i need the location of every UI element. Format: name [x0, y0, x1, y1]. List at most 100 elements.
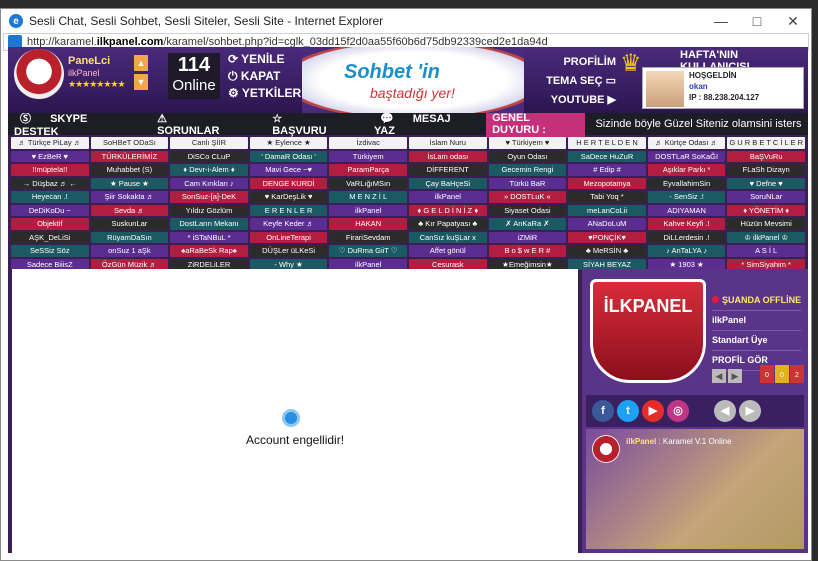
room-button[interactable]: onSuz 1 aŞk [90, 245, 169, 257]
room-button[interactable]: Hüzün Mevsimi [727, 218, 805, 230]
room-button[interactable]: DostLarın Mekanı [170, 218, 248, 230]
close-button[interactable]: ✕ [775, 13, 811, 30]
room-button[interactable]: TÜRKÜLERİMİZ [90, 150, 169, 162]
profile-link[interactable]: PROFİLİM [536, 53, 616, 72]
room-button[interactable]: Affet gönül [408, 245, 487, 257]
room-button[interactable]: CanSız kuŞLar x [408, 231, 487, 243]
room-button[interactable]: Türkiyem [329, 150, 407, 162]
room-button[interactable]: OnLineTerapi [249, 231, 328, 243]
room-button[interactable]: A S İ L [727, 245, 805, 257]
room-button[interactable]: SonSuz-[a]-DeK [170, 191, 248, 203]
room-button[interactable]: AŞK_DeLiSi [11, 231, 89, 243]
room-button[interactable]: ♦ Devr-i-Alem ♦ [170, 164, 248, 176]
room-button[interactable]: meLanCoLii [568, 204, 646, 216]
room-button[interactable]: İsLam odası [408, 150, 487, 162]
youtube-link[interactable]: YOUTUBE ▶ [536, 91, 616, 110]
room-button[interactable]: ♬ Kürtçe Odası ♬ [647, 137, 726, 149]
room-button[interactable]: ADIYAMAN [647, 204, 726, 216]
room-button[interactable]: Şiir Sokakta ♬ [90, 191, 169, 203]
week-user-card[interactable]: HOŞGELDİN okan IP : 88.238.204.127 [642, 67, 804, 109]
badge-heart-icon[interactable]: 2 [790, 365, 804, 383]
room-button[interactable]: ♥ KarDeşLik ♥ [249, 191, 328, 203]
room-button[interactable]: FirariSevdam [329, 231, 407, 243]
twitter-icon[interactable]: t [617, 400, 639, 422]
room-button[interactable]: DİFFERENT [408, 164, 487, 176]
room-button[interactable]: Mavi Gece ~♥ [249, 164, 328, 176]
room-button[interactable]: M E N Z İ L [329, 191, 407, 203]
room-button[interactable]: SeSSiz Söz [11, 245, 89, 257]
room-button[interactable]: DeDiKoDu ~ [11, 204, 89, 216]
room-button[interactable]: Aşıklar Parkı * [647, 164, 726, 176]
room-button[interactable]: HAKAN [329, 218, 407, 230]
skype-support-link[interactable]: Ⓢ SKYPE DESTEK [14, 110, 135, 138]
room-button[interactable]: DiSCo CLuP [170, 150, 248, 162]
room-button[interactable]: ♪ AnTaLYA ♪ [647, 245, 726, 257]
room-button[interactable]: ANaDoLuM [568, 218, 646, 230]
room-button[interactable]: Muhabbet (S) [90, 164, 169, 176]
prev-arrow-icon[interactable]: ◀ [712, 369, 726, 383]
room-button[interactable]: ilkPanel [329, 204, 407, 216]
room-button[interactable]: DiLLerdesin .! [647, 231, 726, 243]
room-button[interactable]: FLaSh Dizayn [727, 164, 805, 176]
room-button[interactable]: ♬ Türkçe PiLay ♬ [11, 137, 89, 149]
room-button[interactable]: Keyfe Keder ♬ [249, 218, 328, 230]
room-button[interactable]: ✗ AnKaRa ✗ [488, 218, 567, 230]
room-button[interactable]: * iSTaNBuL * [170, 231, 248, 243]
room-button[interactable]: DENGE KURDİ [249, 177, 328, 189]
room-button[interactable]: Mezopotamya [568, 177, 646, 189]
social-next-icon[interactable]: ▶ [739, 400, 761, 422]
down-icon[interactable]: ▼ [134, 74, 148, 90]
room-button[interactable]: ♦ G E L D İ N İ Z ♦ [408, 204, 487, 216]
room-button[interactable]: ' DamaR Odası ' [249, 150, 328, 162]
room-button[interactable]: BaŞVuRu [727, 150, 805, 162]
room-button[interactable]: H E R T E L D E N [568, 137, 646, 149]
instagram-icon[interactable]: ◎ [667, 400, 689, 422]
room-button[interactable]: Türkü BaR [488, 177, 567, 189]
room-button[interactable]: ♡ DuRma GiiT ♡ [329, 245, 407, 257]
room-button[interactable]: - SenSiz .! [647, 191, 726, 203]
room-button[interactable]: İzdivac [329, 137, 407, 149]
room-button[interactable]: E R E N L E R [249, 204, 328, 216]
room-button[interactable]: ParamParça [329, 164, 407, 176]
room-button[interactable]: SoHBeT ODaSı [90, 137, 169, 149]
room-button[interactable]: ♥PONÇİK♥ [568, 231, 646, 243]
room-button[interactable]: İslam Nuru [408, 137, 487, 149]
room-button[interactable]: iZMiR [488, 231, 567, 243]
youtube-icon[interactable]: ▶ [642, 400, 664, 422]
room-button[interactable]: Canlı ŞİİR [170, 137, 248, 149]
room-button[interactable]: Tabi Yoq * [568, 191, 646, 203]
badge-star-icon[interactable]: 0 [775, 365, 789, 383]
room-button[interactable]: Oyun Odası [488, 150, 567, 162]
room-button[interactable]: Yıldız Gözlüm [170, 204, 248, 216]
room-button[interactable]: ♦ YÖNETİM ♦ [727, 204, 805, 216]
room-button[interactable]: Kahve Keyfi .! [647, 218, 726, 230]
minimize-button[interactable]: — [703, 13, 739, 30]
room-button[interactable]: RüyamDaSın [90, 231, 169, 243]
issues-link[interactable]: ⚠ SORUNLAR [151, 112, 250, 137]
social-prev-icon[interactable]: ◀ [714, 400, 736, 422]
facebook-icon[interactable]: f [592, 400, 614, 422]
room-button[interactable]: Siyaset Odasi [488, 204, 567, 216]
room-button[interactable]: ★ Pause ★ [90, 177, 169, 189]
room-button[interactable]: ♥ Defne ♥ [727, 177, 805, 189]
next-arrow-icon[interactable]: ▶ [728, 369, 742, 383]
room-button[interactable]: → Düşbaz ♬ ← [11, 177, 89, 189]
theme-link[interactable]: TEMA SEÇ ▭ [536, 72, 616, 91]
room-button[interactable]: G U R B E T C İ L E R [727, 137, 805, 149]
room-button[interactable]: Cam Kırıkları ♪ [170, 177, 248, 189]
user-scroll[interactable]: ▲ ▼ [134, 55, 148, 91]
room-button[interactable]: Heyecan .! [11, 191, 89, 203]
room-button[interactable]: Sevda ♬ [90, 204, 169, 216]
room-button[interactable]: ♥ EzBeR ♥ [11, 150, 89, 162]
room-button[interactable]: Objektif [11, 218, 89, 230]
room-button[interactable]: SoruNLar [727, 191, 805, 203]
maximize-button[interactable]: □ [739, 13, 775, 30]
room-button[interactable]: SuskunLar [90, 218, 169, 230]
up-icon[interactable]: ▲ [134, 55, 148, 71]
room-button[interactable]: ★ Eylence ★ [249, 137, 328, 149]
room-button[interactable]: ♥ Türkiyem ♥ [488, 137, 567, 149]
room-button[interactable]: VaRLığıMSın [329, 177, 407, 189]
room-button[interactable]: DÜŞLer üLKeSi [249, 245, 328, 257]
room-button[interactable]: ilkPanel [408, 191, 487, 203]
room-button[interactable]: B o $ w E R # [488, 245, 567, 257]
